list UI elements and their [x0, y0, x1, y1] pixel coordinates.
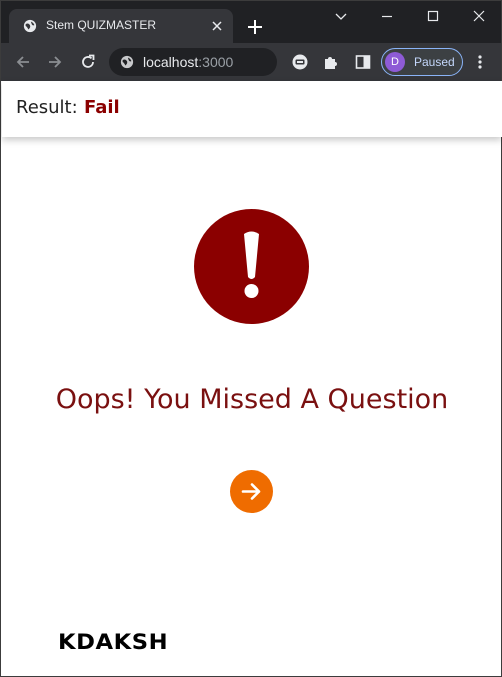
tab-title: Stem QUIZMASTER	[46, 18, 157, 32]
chevron-down-icon[interactable]	[332, 7, 350, 25]
url-host: localhost	[143, 54, 199, 70]
puzzle-icon[interactable]	[321, 52, 341, 72]
kebab-menu-icon[interactable]	[470, 52, 490, 72]
side-panel-icon[interactable]	[353, 52, 373, 72]
result-message: Oops! You Missed A Question	[55, 384, 449, 415]
result-value: Fail	[84, 97, 120, 118]
address-bar[interactable]: localhost:3000	[109, 48, 277, 76]
next-button[interactable]	[230, 470, 273, 513]
back-arrow-icon[interactable]	[13, 52, 33, 72]
forward-arrow-icon[interactable]	[45, 52, 65, 72]
result-header: Result: Fail	[2, 81, 502, 137]
arrow-right-icon	[241, 483, 261, 500]
extension-badge-icon[interactable]	[290, 52, 310, 72]
url-text: localhost:3000	[143, 54, 233, 70]
profile-status: Paused	[414, 55, 455, 69]
avatar: D	[385, 52, 405, 72]
maximize-icon[interactable]	[424, 7, 442, 25]
plus-icon[interactable]	[245, 17, 265, 37]
close-icon[interactable]	[470, 7, 488, 25]
globe-icon[interactable]	[120, 55, 134, 69]
browser-window: Stem QUIZMASTER localhost:3000 D Paused …	[0, 0, 502, 677]
close-icon[interactable]	[209, 18, 225, 34]
browser-toolbar: localhost:3000 D Paused	[1, 43, 501, 81]
minimize-icon[interactable]	[378, 7, 396, 25]
globe-icon	[23, 19, 37, 33]
url-port: :3000	[198, 54, 234, 70]
reload-icon[interactable]	[78, 52, 98, 72]
brand-logo: KDAKSH	[58, 630, 169, 654]
profile-button[interactable]: D Paused	[381, 48, 463, 76]
browser-tab[interactable]: Stem QUIZMASTER	[9, 9, 233, 43]
exclamation-circle-icon	[194, 209, 309, 324]
tab-strip: Stem QUIZMASTER	[1, 1, 501, 43]
result-label: Result:	[16, 97, 78, 118]
